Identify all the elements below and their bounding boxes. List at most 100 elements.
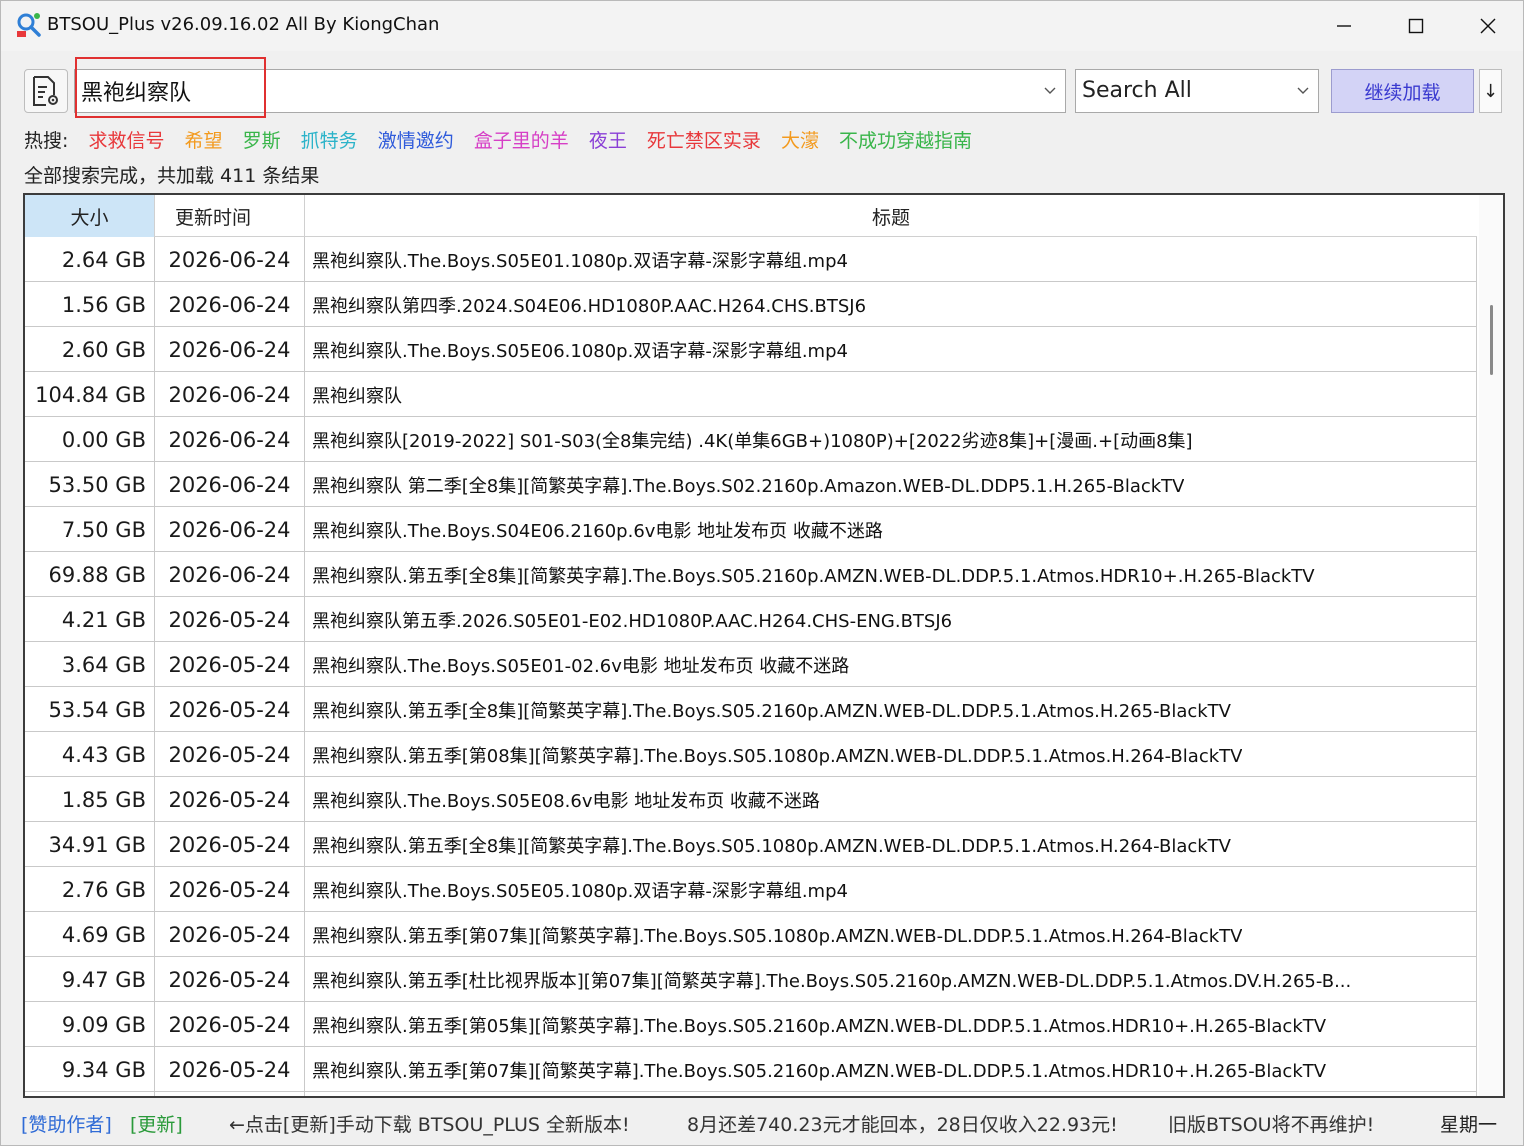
cell-size: 2.60 GB [25,327,155,372]
table-row[interactable]: 53.50 GB 2026-06-24 黑袍纠察队 第二季[全8集][简繁英字幕].… [25,462,1477,507]
table-row[interactable]: 2.64 GB 2026-06-24 黑袍纠察队.The.Boys.S05E01.1… [25,237,1477,282]
close-icon [1480,18,1496,34]
cell-title: 黑袍纠察队第五季.2026.S05E01-E02.HD1080P.AAC.H26… [305,597,1477,642]
column-header-size[interactable]: 大小 [25,195,155,237]
update-link[interactable]: [更新] [130,1110,183,1137]
table-row[interactable]: 69.88 GB 2026-06-24 黑袍纠察队.第五季[全8集][简繁英字幕].… [25,552,1477,597]
cell-update-time: 2026-05-24 [155,642,305,687]
cell-size: 4.21 GB [25,597,155,642]
cell-title-text: 黑袍纠察队.The.Boys.S05E05.1080p.双语字幕-深影字幕组.m… [312,880,848,902]
cell-size: 34.91 GB [25,822,155,867]
search-scope-value: Search All [1082,78,1192,103]
table-row[interactable]: 0.00 GB 2026-06-24 黑袍纠察队[2019-2022] S01-S0… [25,417,1477,462]
cell-title-text: 黑袍纠察队.第五季[全8集][简繁英字幕].The.Boys.S05.2160p… [312,565,1315,587]
hot-search-item[interactable]: 夜王 [589,126,627,153]
cell-update-time [155,1092,305,1096]
title-bar: BTSOU_Plus v26.09.16.02 All By KiongChan [1,1,1523,51]
search-scope-select[interactable]: Search All [1075,69,1319,113]
table-row[interactable]: 4.69 GB 2026-05-24 黑袍纠察队.第五季[第07集][简繁英字幕].… [25,912,1477,957]
table-row[interactable]: 4.21 GB 2026-05-24 黑袍纠察队第五季.2026.S05E01-E0… [25,597,1477,642]
table-row[interactable]: 4.43 GB 2026-05-24 黑袍纠察队.第五季[第08集][简繁英字幕].… [25,732,1477,777]
cell-title: 黑袍纠察队第四季.2024.S04E06.HD1080P.AAC.H264.CH… [305,282,1477,327]
cell-update-time: 2026-05-24 [155,597,305,642]
table-row[interactable] [25,1092,1477,1096]
column-header-time[interactable]: 更新时间 [155,195,305,237]
cell-update-time: 2026-06-24 [155,372,305,417]
table-row[interactable]: 9.09 GB 2026-05-24 黑袍纠察队.第五季[第05集][简繁英字幕].… [25,1002,1477,1047]
minimize-button[interactable] [1309,1,1379,51]
hot-search-item[interactable]: 盒子里的羊 [474,126,569,153]
table-row[interactable]: 1.56 GB 2026-06-24 黑袍纠察队第四季.2024.S04E06.HD… [25,282,1477,327]
chevron-down-icon[interactable] [1296,82,1310,101]
cell-title-text: 黑袍纠察队第四季.2024.S04E06.HD1080P.AAC.H264.CH… [312,295,867,317]
hot-search-item[interactable]: 激情邀约 [378,126,454,153]
window-title: BTSOU_Plus v26.09.16.02 All By KiongChan [47,14,440,35]
cell-update-time: 2026-06-24 [155,552,305,597]
close-button[interactable] [1453,1,1523,51]
cell-size: 1.56 GB [25,282,155,327]
cell-size: 9.47 GB [25,957,155,1002]
cell-size: 53.54 GB [25,687,155,732]
vertical-scrollbar[interactable] [1479,195,1503,1096]
cell-size [25,1092,155,1096]
cell-update-time: 2026-06-24 [155,417,305,462]
table-row[interactable]: 9.34 GB 2026-05-24 黑袍纠察队.第五季[第07集][简繁英字幕].… [25,1047,1477,1092]
weekday-text: 星期一 [1440,1114,1498,1136]
table-row[interactable]: 2.76 GB 2026-05-24 黑袍纠察队.The.Boys.S05E05.1… [25,867,1477,912]
cell-size: 9.34 GB [25,1047,155,1092]
search-combobox[interactable] [74,69,1066,113]
table-row[interactable]: 53.54 GB 2026-05-24 黑袍纠察队.第五季[全8集][简繁英字幕].… [25,687,1477,732]
hot-search-item[interactable]: 抓特务 [301,126,358,153]
table-row[interactable]: 3.64 GB 2026-05-24 黑袍纠察队.The.Boys.S05E01-0… [25,642,1477,687]
table-row[interactable]: 34.91 GB 2026-05-24 黑袍纠察队.第五季[全8集][简繁英字幕].… [25,822,1477,867]
cell-update-time: 2026-05-24 [155,687,305,732]
document-settings-button[interactable] [24,69,68,113]
table-row[interactable]: 2.60 GB 2026-06-24 黑袍纠察队.The.Boys.S05E06.1… [25,327,1477,372]
cell-update-time: 2026-05-24 [155,867,305,912]
cell-update-time: 2026-05-24 [155,1002,305,1047]
hot-search-item[interactable]: 大濛 [781,126,819,153]
cell-title: 黑袍纠察队.The.Boys.S05E05.1080p.双语字幕-深影字幕组.m… [305,867,1477,912]
app-logo-icon [16,12,42,38]
cell-size: 9.09 GB [25,1002,155,1047]
cell-title: 黑袍纠察队.The.Boys.S04E06.2160p.6v电影 地址发布页 收… [305,507,1477,552]
cell-title [305,1092,1477,1096]
status-bar: [赞助作者] [更新] ←点击[更新]手动下载 BTSOU_PLUS 全新版本!… [1,1101,1523,1145]
document-gear-icon [33,76,58,106]
table-row[interactable]: 104.84 GB 2026-06-24 黑袍纠察队 [25,372,1477,417]
scrollbar-thumb[interactable] [1490,305,1493,375]
column-header-title[interactable]: 标题 [305,195,1477,237]
cell-title-text: 黑袍纠察队.第五季[第05集][简繁英字幕].The.Boys.S05.2160… [312,1015,1327,1037]
cell-title-text: 黑袍纠察队.第五季[杜比视界版本][第07集][简繁英字幕].The.Boys.… [312,970,1352,992]
scroll-down-button[interactable]: ↓ [1479,69,1502,113]
table-row[interactable]: 9.47 GB 2026-05-24 黑袍纠察队.第五季[杜比视界版本][第07集]… [25,957,1477,1002]
hot-search-item[interactable]: 希望 [185,126,223,153]
cell-title-text: 黑袍纠察队.第五季[第07集][简繁英字幕].The.Boys.S05.1080… [312,925,1243,947]
funding-text: 8月还差740.23元才能回本，28日仅收入22.93元! [687,1114,1118,1136]
cell-size: 4.69 GB [25,912,155,957]
table-row[interactable]: 1.85 GB 2026-05-24 黑袍纠察队.The.Boys.S05E08.6… [25,777,1477,822]
cell-title: 黑袍纠察队.第五季[第05集][简繁英字幕].The.Boys.S05.2160… [305,1002,1477,1047]
chevron-down-icon[interactable] [1043,82,1057,101]
table-row[interactable]: 7.50 GB 2026-06-24 黑袍纠察队.The.Boys.S04E06.2… [25,507,1477,552]
cell-title: 黑袍纠察队.第五季[全8集][简繁英字幕].The.Boys.S05.2160p… [305,687,1477,732]
hot-search-row: 热搜: 求救信号 希望 罗斯 抓特务 激情邀约 盒子里的羊 夜王 死亡禁区实录 … [24,126,986,152]
cell-title-text: 黑袍纠察队.第五季[第07集][简繁英字幕].The.Boys.S05.2160… [312,1060,1327,1082]
hot-search-item[interactable]: 死亡禁区实录 [647,126,761,153]
cell-title: 黑袍纠察队.The.Boys.S05E01.1080p.双语字幕-深影字幕组.m… [305,237,1477,282]
cell-title: 黑袍纠察队.第五季[全8集][简繁英字幕].The.Boys.S05.1080p… [305,822,1477,867]
cell-update-time: 2026-06-24 [155,282,305,327]
hot-search-item[interactable]: 求救信号 [88,126,164,153]
hot-search-item[interactable]: 罗斯 [243,126,281,153]
cell-update-time: 2026-06-24 [155,327,305,372]
continue-loading-button[interactable]: 继续加载 [1331,69,1474,113]
hot-search-item[interactable]: 不成功穿越指南 [839,126,972,153]
cell-title-text: 黑袍纠察队.The.Boys.S05E08.6v电影 地址发布页 收藏不迷路 [312,790,820,812]
cell-title: 黑袍纠察队.The.Boys.S05E01-02.6v电影 地址发布页 收藏不迷… [305,642,1477,687]
sponsor-link[interactable]: [赞助作者] [21,1110,112,1137]
search-input[interactable] [81,76,1021,106]
maximize-button[interactable] [1381,1,1451,51]
cell-title-text: 黑袍纠察队[2019-2022] S01-S03(全8集完结) .4K(单集6G… [312,430,1193,452]
cell-size: 53.50 GB [25,462,155,507]
results-table: 大小 更新时间 标题 2.64 GB 2026-06-24 黑袍纠察队.The.Bo… [23,193,1505,1098]
